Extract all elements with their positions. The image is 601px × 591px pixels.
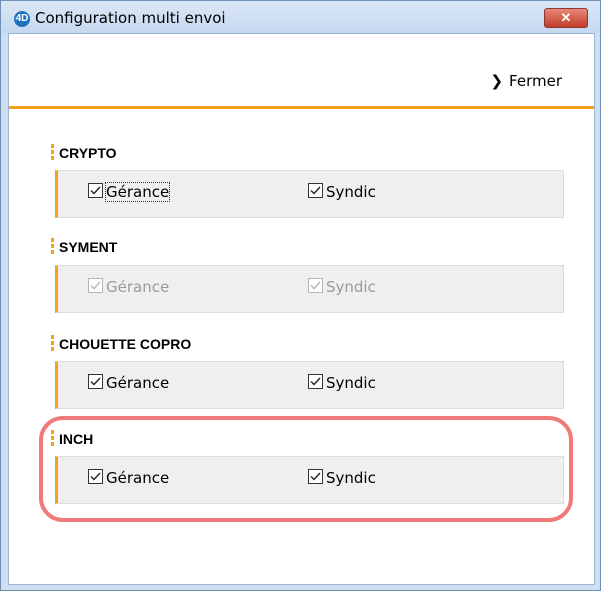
syndic-checkbox-syment: Syndic — [308, 278, 376, 296]
section-title-syment: SYMENT — [59, 239, 118, 255]
gerance-checkbox-chouette-copro[interactable]: Gérance — [88, 374, 169, 392]
section-marker — [51, 238, 54, 256]
syndic-checkbox-crypto[interactable]: Syndic — [308, 183, 376, 201]
close-window-button[interactable]: ✕ — [544, 8, 588, 28]
highlight-annotation — [39, 416, 573, 522]
app-logo-icon: 4D — [14, 11, 30, 27]
section-row-chouette-copro: Gérance Syndic — [55, 361, 564, 409]
toolbar-divider — [9, 106, 594, 109]
checkbox-checked-disabled-icon — [308, 278, 323, 293]
syndic-checkbox-chouette-copro[interactable]: Syndic — [308, 374, 376, 392]
dialog-content: ❯ Fermer CRYPTO Gérance Syndic SYMENT Gér… — [8, 33, 595, 585]
section-title-crypto: CRYPTO — [59, 145, 117, 161]
section-marker — [51, 144, 54, 162]
title-bar[interactable]: 4D Configuration multi envoi ✕ — [1, 1, 600, 33]
section-row-crypto: Gérance Syndic — [55, 170, 564, 218]
gerance-label: Gérance — [106, 278, 170, 296]
checkbox-checked-icon — [308, 374, 323, 389]
chevron-right-icon: ❯ — [490, 72, 504, 90]
syndic-label: Syndic — [326, 183, 376, 201]
section-marker — [51, 335, 54, 353]
syndic-label: Syndic — [326, 278, 376, 296]
gerance-label: Gérance — [104, 182, 171, 202]
dialog-window: 4D Configuration multi envoi ✕ ❯ Fermer C… — [0, 0, 601, 591]
toolbar: ❯ Fermer — [9, 34, 594, 106]
fermer-label: Fermer — [509, 72, 562, 90]
gerance-checkbox-crypto[interactable]: Gérance — [88, 182, 171, 202]
checkbox-checked-icon — [308, 183, 323, 198]
fermer-button[interactable]: ❯ Fermer — [490, 72, 562, 90]
gerance-checkbox-syment: Gérance — [88, 278, 169, 296]
checkbox-checked-icon — [88, 374, 103, 389]
checkbox-checked-disabled-icon — [88, 278, 103, 293]
window-title: Configuration multi envoi — [35, 9, 226, 27]
section-row-syment: Gérance Syndic — [55, 265, 564, 313]
gerance-label: Gérance — [106, 374, 170, 392]
syndic-label: Syndic — [326, 374, 376, 392]
section-title-chouette-copro: CHOUETTE COPRO — [59, 336, 192, 352]
checkbox-checked-icon — [88, 183, 103, 198]
